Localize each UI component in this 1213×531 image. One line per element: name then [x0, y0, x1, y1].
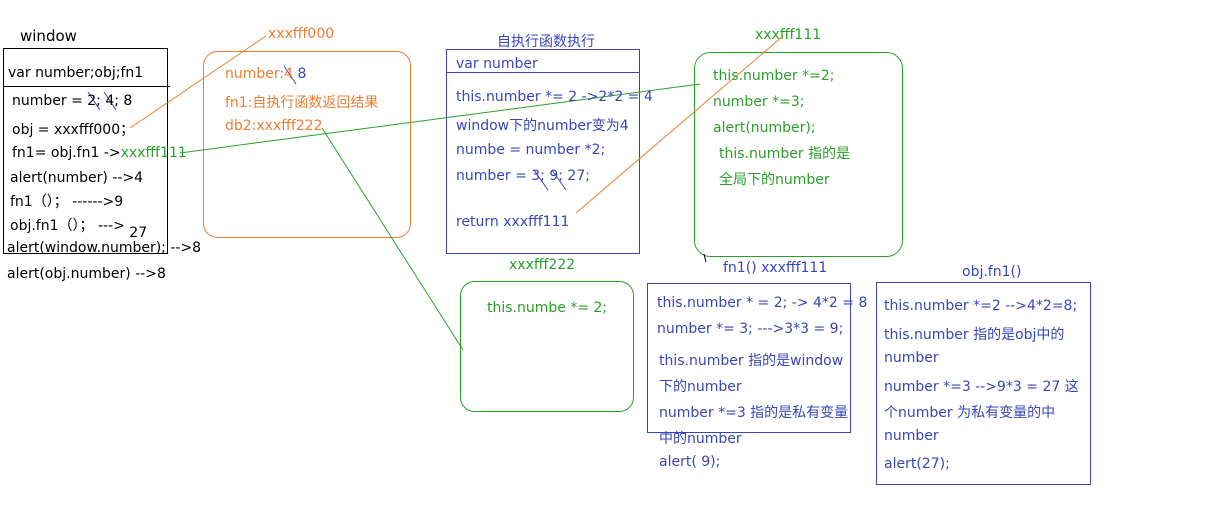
fn1-call-line-7: alert( 9);	[659, 454, 721, 470]
window-line-alert-window-number: alert(window.number); -->8	[7, 240, 202, 256]
obj-line-fn1: fn1:自执行函数返回结果	[225, 95, 379, 111]
fn1-call-line-6: 中的number	[659, 431, 742, 447]
fn-line-2: number *=3;	[713, 94, 805, 110]
fn-line-3: alert(number);	[713, 120, 816, 136]
window-line-fn1-call: fn1（）； ------>9	[10, 194, 124, 210]
fn-line-5: 全局下的number	[719, 172, 830, 188]
fn-line-1: this.number *=2;	[713, 68, 835, 84]
window-objfn1-result: 27	[129, 225, 148, 241]
iife-line-1: this.number *= 2 ->2*2 = 4	[456, 89, 653, 105]
window-line-objfn1-text: obj.fn1（）； --->	[10, 218, 125, 234]
window-line-number: number = 2; 4; 8	[12, 93, 132, 109]
window-title: window	[20, 27, 77, 45]
iife-box-title: 自执行函数执行	[497, 34, 595, 50]
db2-line-1: this.numbe *= 2;	[487, 300, 608, 316]
iife-line-2: window下的number变为4	[456, 118, 629, 134]
iife-header: var number	[456, 56, 538, 72]
fn1-call-line-2: number *= 3; --->3*3 = 9;	[657, 321, 844, 337]
obj-box-title: xxxfff000	[268, 26, 335, 42]
obj-line-number-text: number:4	[225, 66, 294, 82]
window-line-alert-obj-number: alert(obj.number) -->8	[7, 266, 166, 282]
window-fn1-target: xxxfff111	[120, 145, 187, 161]
window-line-fn1: fn1= obj.fn1 ->xxxfff111	[12, 145, 187, 161]
obj-fn1-line-3: number	[884, 350, 939, 366]
obj-line-number: number:4 8	[225, 66, 306, 82]
connector-obj-to-xxxfff000	[129, 35, 267, 129]
obj-fn1-line-5: 个number 为私有变量的中	[884, 405, 1056, 421]
fn1-call-box-title: fn1() xxxfff111	[723, 260, 828, 276]
obj-fn1-line-2: this.number 指的是obj中的	[884, 327, 1065, 343]
connector-db2-to-xxxfff222	[321, 127, 464, 351]
iife-line-3: numbe = number *2;	[456, 142, 606, 158]
window-line-number-text: number = 2; 4; 8	[12, 93, 133, 109]
fn1-call-line-3: this.number 指的是window	[659, 353, 844, 369]
obj-fn1-line-6: number	[884, 428, 939, 444]
fn1-call-line-5: number *=3 指的是私有变量	[659, 405, 849, 421]
window-line-obj: obj = xxxfff000；	[12, 122, 135, 138]
window-header: var number;obj;fn1	[8, 65, 144, 81]
obj-number-new: 8	[297, 66, 307, 82]
window-line-alert-number: alert(number) -->4	[10, 170, 144, 186]
fn-box-title: xxxfff111	[755, 27, 822, 43]
window-line-objfn1-call: obj.fn1（）； ---> 27	[10, 215, 147, 241]
window-line-fn1-text: fn1= obj.fn1 ->	[12, 145, 121, 161]
fn-line-4: this.number 指的是	[719, 146, 851, 162]
diagram-shapes	[3, 35, 1091, 485]
iife-line-4: number = 3; 9; 27;	[456, 168, 590, 184]
obj-fn1-line-1: this.number *=2 -->4*2=8;	[884, 298, 1078, 314]
db2-box-title: xxxfff222	[509, 257, 576, 273]
fn1-call-line-1: this.number * = 2; -> 4*2 = 8	[657, 295, 868, 311]
iife-line-5: return xxxfff111	[456, 214, 570, 230]
obj-fn1-line-7: alert(27);	[884, 456, 950, 472]
obj-line-db2: db2:xxxfff222	[225, 118, 323, 134]
obj-fn1-box-title: obj.fn1()	[962, 264, 1022, 280]
fn1-call-line-4: 下的number	[659, 379, 742, 395]
obj-fn1-line-4: number *=3 -->9*3 = 27 这	[884, 379, 1079, 395]
